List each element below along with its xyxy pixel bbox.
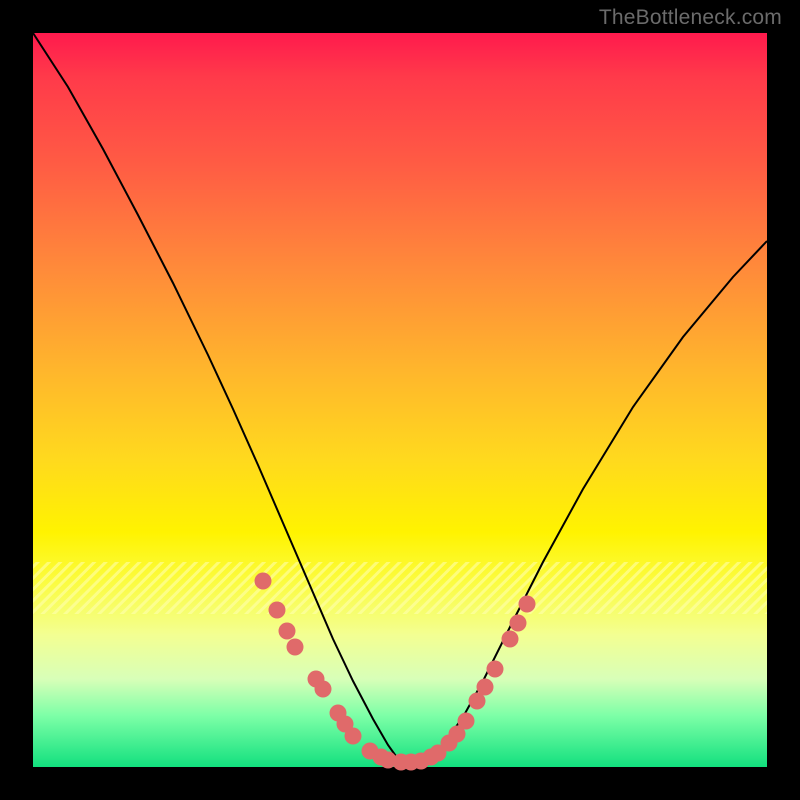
curve-marker (502, 631, 519, 648)
curve-marker (345, 728, 362, 745)
curve-marker (477, 679, 494, 696)
chart-frame: TheBottleneck.com (0, 0, 800, 800)
curve-marker (287, 639, 304, 656)
curve-marker (255, 573, 272, 590)
curve-marker (458, 713, 475, 730)
chart-plot-area (33, 33, 767, 767)
hatch-band (33, 562, 767, 614)
curve-marker (519, 596, 536, 613)
curve-marker (487, 661, 504, 678)
curve-marker (510, 615, 527, 632)
watermark-text: TheBottleneck.com (599, 6, 782, 30)
curve-marker (269, 602, 286, 619)
curve-marker (279, 623, 296, 640)
bottleneck-curve (33, 33, 767, 763)
chart-svg (33, 33, 767, 767)
curve-marker (315, 681, 332, 698)
